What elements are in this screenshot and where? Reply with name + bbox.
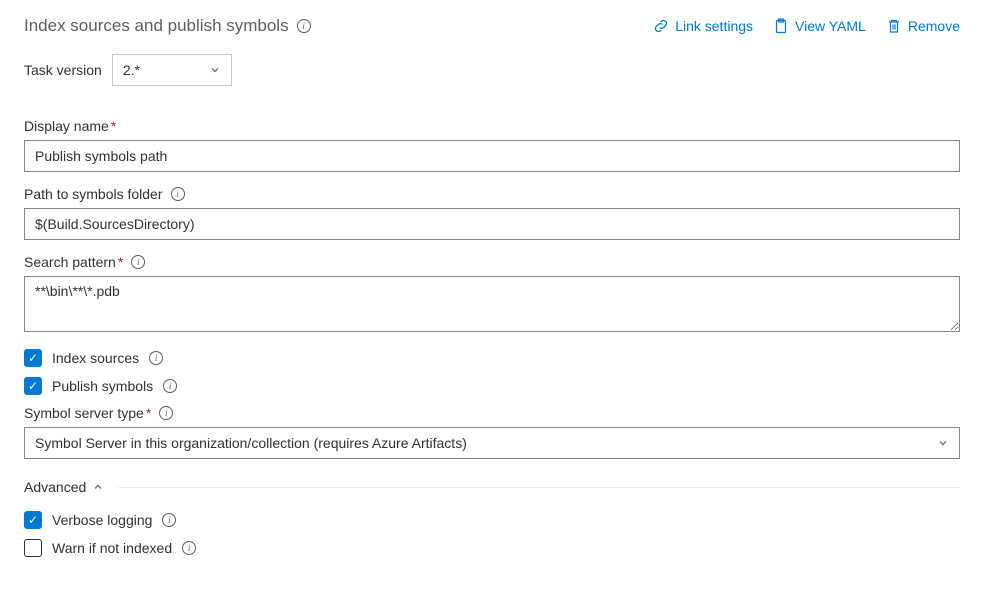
index-sources-checkbox[interactable]: ✓ bbox=[24, 349, 42, 367]
link-settings-button[interactable]: Link settings bbox=[653, 18, 753, 34]
chevron-up-icon bbox=[92, 481, 104, 493]
page-title: Index sources and publish symbols bbox=[24, 16, 289, 36]
task-version-value: 2.* bbox=[123, 62, 140, 78]
warn-if-not-indexed-checkbox[interactable] bbox=[24, 539, 42, 557]
view-yaml-label: View YAML bbox=[795, 18, 866, 34]
info-icon[interactable]: i bbox=[163, 379, 177, 393]
verbose-logging-checkbox[interactable]: ✓ bbox=[24, 511, 42, 529]
info-icon[interactable]: i bbox=[162, 513, 176, 527]
section-divider bbox=[118, 487, 960, 488]
display-name-input[interactable] bbox=[24, 140, 960, 172]
advanced-section-toggle[interactable]: Advanced bbox=[24, 479, 960, 495]
remove-button[interactable]: Remove bbox=[886, 18, 960, 34]
display-name-label: Display name* bbox=[24, 118, 116, 134]
info-icon[interactable]: i bbox=[182, 541, 196, 555]
info-icon[interactable]: i bbox=[159, 406, 173, 420]
path-to-symbols-input[interactable] bbox=[24, 208, 960, 240]
symbol-server-type-label: Symbol server type* bbox=[24, 405, 151, 421]
info-icon[interactable]: i bbox=[297, 19, 311, 33]
info-icon[interactable]: i bbox=[171, 187, 185, 201]
warn-if-not-indexed-label: Warn if not indexed bbox=[52, 540, 172, 556]
task-version-select[interactable]: 2.* bbox=[112, 54, 232, 86]
link-settings-label: Link settings bbox=[675, 18, 753, 34]
search-pattern-input[interactable] bbox=[24, 276, 960, 332]
checkmark-icon: ✓ bbox=[28, 380, 38, 392]
info-icon[interactable]: i bbox=[131, 255, 145, 269]
chevron-down-icon bbox=[937, 437, 949, 449]
link-icon bbox=[653, 18, 669, 34]
verbose-logging-label: Verbose logging bbox=[52, 512, 152, 528]
search-pattern-label: Search pattern* bbox=[24, 254, 123, 270]
task-version-label: Task version bbox=[24, 62, 102, 78]
chevron-down-icon bbox=[209, 64, 221, 76]
symbol-server-type-select[interactable]: Symbol Server in this organization/colle… bbox=[24, 427, 960, 459]
advanced-label: Advanced bbox=[24, 479, 86, 495]
path-to-symbols-label: Path to symbols folder bbox=[24, 186, 163, 202]
info-icon[interactable]: i bbox=[149, 351, 163, 365]
checkmark-icon: ✓ bbox=[28, 352, 38, 364]
clipboard-icon bbox=[773, 18, 789, 34]
symbol-server-type-value: Symbol Server in this organization/colle… bbox=[35, 435, 467, 451]
publish-symbols-checkbox[interactable]: ✓ bbox=[24, 377, 42, 395]
checkmark-icon: ✓ bbox=[28, 514, 38, 526]
publish-symbols-label: Publish symbols bbox=[52, 378, 153, 394]
index-sources-label: Index sources bbox=[52, 350, 139, 366]
view-yaml-button[interactable]: View YAML bbox=[773, 18, 866, 34]
remove-label: Remove bbox=[908, 18, 960, 34]
trash-icon bbox=[886, 18, 902, 34]
